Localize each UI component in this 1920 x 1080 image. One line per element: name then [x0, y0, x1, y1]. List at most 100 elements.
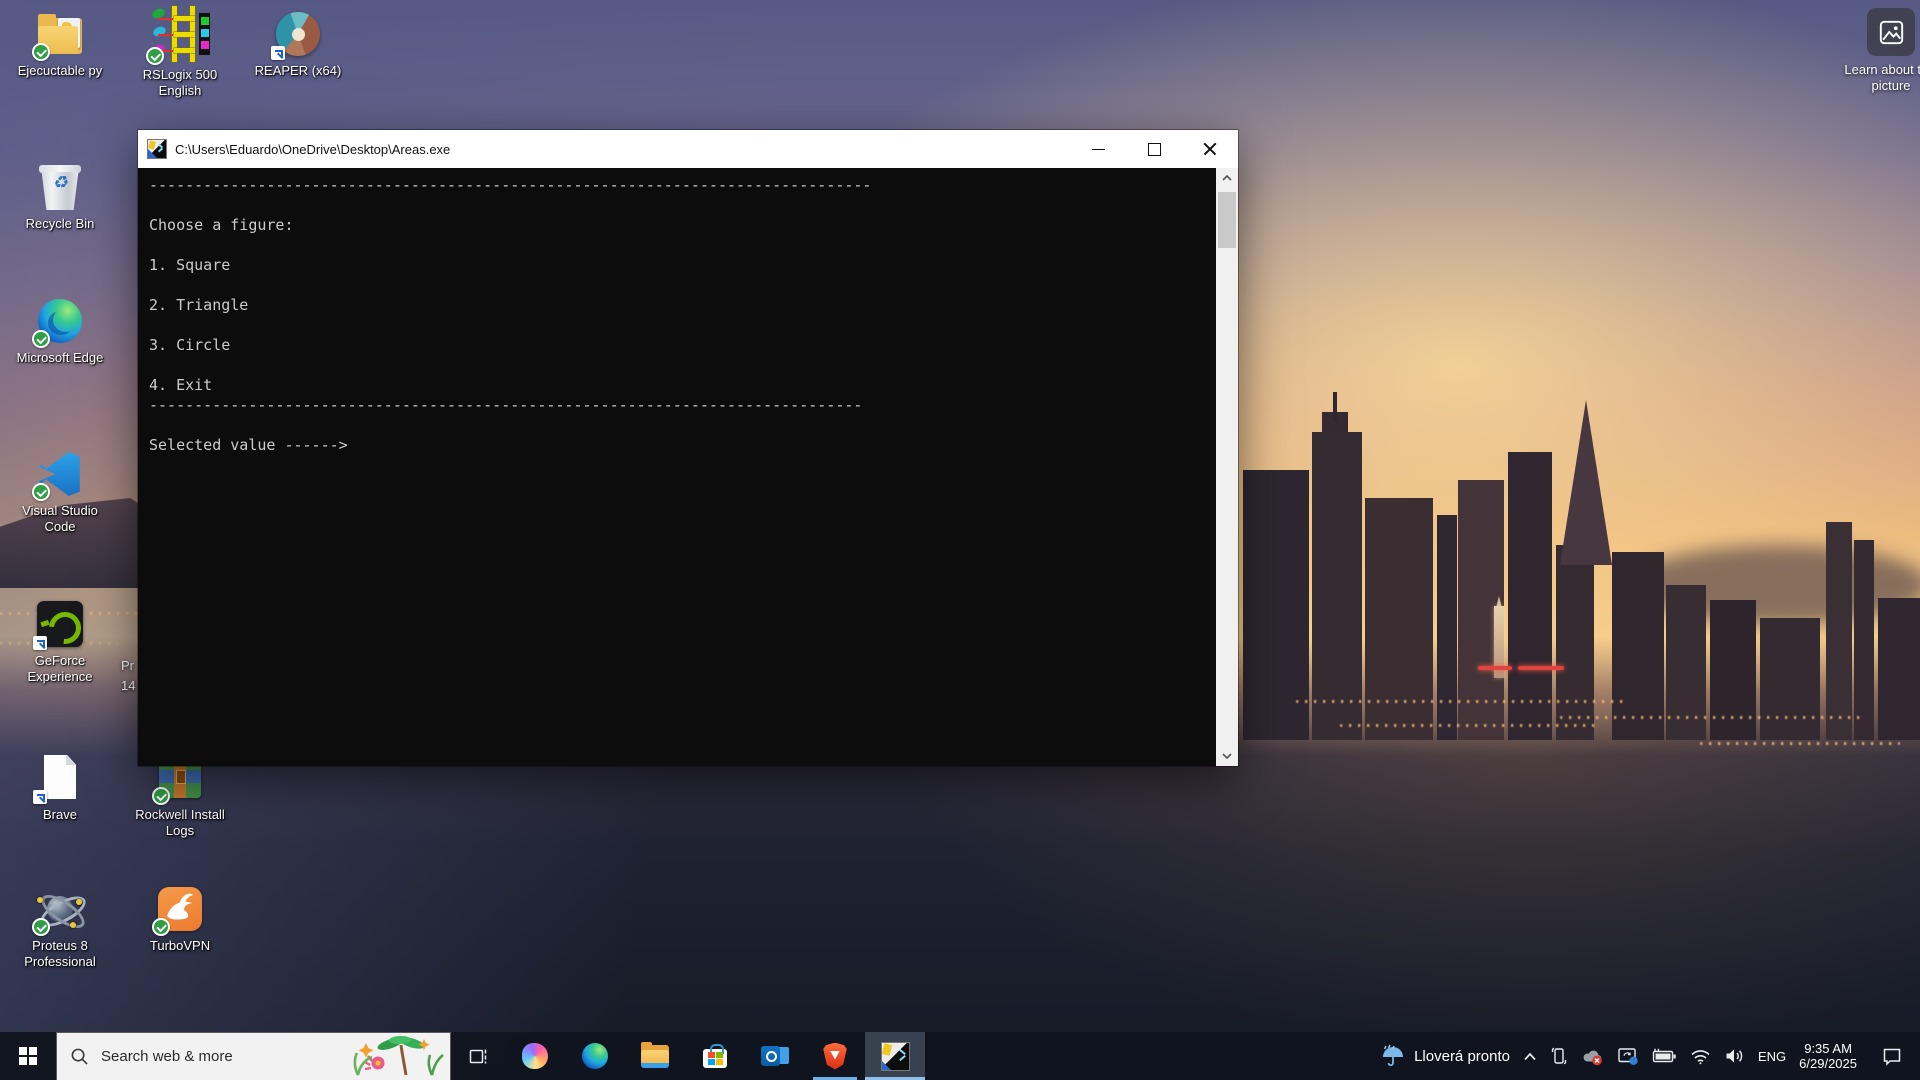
console-output-text: ----------------------------------------…	[138, 168, 1238, 455]
console-scrollbar[interactable]	[1216, 168, 1238, 766]
scroll-down-arrow[interactable]	[1216, 746, 1238, 766]
search-seasonal-art[interactable]	[344, 1035, 448, 1079]
scrollbar-thumb[interactable]	[1218, 192, 1236, 248]
console-titlebar[interactable]: C:\Users\Eduardo\OneDrive\Desktop\Areas.…	[138, 130, 1238, 168]
onedrive-synced-badge	[32, 43, 50, 61]
wallpaper-building	[1437, 515, 1457, 740]
desktop-icon-label: Recycle Bin	[26, 216, 95, 232]
blank-file-icon	[36, 754, 84, 802]
desktop-icon-label: Rockwell Install Logs	[126, 807, 234, 839]
task-view-icon	[468, 1046, 489, 1067]
desktop-icon-microsoft-edge[interactable]: Microsoft Edge	[5, 297, 115, 366]
picture-info-icon	[1867, 8, 1915, 56]
wallpaper-port-sign	[1518, 666, 1564, 670]
python-folder-icon	[36, 10, 84, 58]
taskbar-app-copilot[interactable]	[505, 1032, 565, 1080]
outlook-icon	[761, 1043, 789, 1069]
desktop-icon-rslogix-500[interactable]: RSLogix 500 English	[125, 6, 235, 99]
taskbar: Search web & more	[0, 1032, 1920, 1080]
desktop-icon-partial-label[interactable]: Pr 14	[121, 656, 135, 696]
phone-link-icon[interactable]	[1550, 1046, 1568, 1066]
shortcut-arrow-badge	[33, 790, 47, 804]
msdos-app-icon	[881, 1042, 910, 1071]
battery-charging-icon[interactable]	[1652, 1047, 1677, 1065]
windows-logo-icon	[19, 1047, 37, 1065]
edge-icon	[582, 1043, 608, 1069]
start-button[interactable]	[0, 1032, 56, 1080]
desktop-icon-rockwell-logs[interactable]: Rockwell Install Logs	[125, 754, 235, 839]
taskbar-app-areas-console[interactable]	[865, 1032, 925, 1080]
desktop-icon-geforce-experience[interactable]: GeForce Experience	[5, 600, 115, 685]
file-explorer-icon	[641, 1045, 669, 1067]
wallpaper-pier-lights	[1560, 716, 1860, 719]
desktop-icon-label: Ejecuctable py	[18, 63, 103, 79]
copilot-icon	[522, 1043, 548, 1069]
shortcut-arrow-badge	[33, 636, 47, 650]
rain-umbrella-icon	[1381, 1044, 1405, 1068]
brave-lion-icon	[823, 1043, 847, 1070]
scroll-up-arrow[interactable]	[1216, 168, 1238, 188]
clock-time: 9:35 AM	[1799, 1041, 1857, 1056]
search-placeholder: Search web & more	[101, 1048, 233, 1065]
task-view-button[interactable]	[451, 1032, 505, 1080]
taskbar-app-microsoft-store[interactable]	[685, 1032, 745, 1080]
minimize-button[interactable]	[1070, 130, 1126, 168]
wifi-icon[interactable]	[1690, 1048, 1711, 1065]
weather-text: Lloverá pronto	[1414, 1048, 1510, 1065]
desktop-icon-reaper[interactable]: REAPER (x64)	[243, 10, 353, 79]
wallpaper-building	[1854, 540, 1874, 740]
reaper-swirl-icon	[274, 10, 322, 58]
atom-orbit-icon	[36, 885, 84, 933]
desktop-icon-label: RSLogix 500 English	[126, 67, 234, 99]
desktop-icon-recycle-bin[interactable]: ♻ Recycle Bin	[5, 163, 115, 232]
console-body[interactable]: ----------------------------------------…	[138, 168, 1238, 766]
maximize-icon	[1148, 143, 1161, 156]
wallpaper-building	[1365, 498, 1433, 740]
nvidia-geforce-icon	[36, 600, 84, 648]
desktop-icon-label: Visual Studio Code	[6, 503, 114, 535]
desktop-icon-proteus[interactable]: Proteus 8 Professional	[5, 885, 115, 970]
desktop-icon-ejecuctable-py[interactable]: Ejecuctable py	[5, 10, 115, 79]
display-sync-icon[interactable]	[1617, 1047, 1639, 1066]
desktop-icon-label: REAPER (x64)	[255, 63, 342, 79]
wallpaper-antenna	[1333, 392, 1337, 422]
edge-browser-icon	[36, 297, 84, 345]
weather-widget[interactable]: Lloverá pronto	[1381, 1044, 1510, 1068]
taskbar-app-edge[interactable]	[565, 1032, 625, 1080]
onedrive-synced-badge	[32, 483, 50, 501]
desktop-icon-brave[interactable]: Brave	[5, 754, 115, 823]
wallpaper-pier-lights	[1700, 742, 1900, 745]
onedrive-error-icon[interactable]	[1581, 1047, 1604, 1066]
taskbar-app-brave[interactable]	[805, 1032, 865, 1080]
learn-about-picture-label: Learn about this picture	[1836, 62, 1920, 94]
taskbar-search-input[interactable]: Search web & more	[56, 1032, 451, 1080]
desktop-icon-vscode[interactable]: Visual Studio Code	[5, 450, 115, 535]
desktop-icon-label: TurboVPN	[150, 938, 210, 954]
language-indicator[interactable]: ENG	[1758, 1049, 1786, 1064]
taskbar-app-outlook[interactable]	[745, 1032, 805, 1080]
wallpaper-pier-lights	[1340, 724, 1600, 727]
action-center-button[interactable]	[1870, 1047, 1914, 1066]
learn-about-picture-widget[interactable]: Learn about this picture	[1836, 8, 1920, 94]
recycle-bin-icon: ♻	[36, 163, 84, 211]
partial-label-line1: Pr	[121, 656, 135, 676]
desktop-icon-label: Proteus 8 Professional	[6, 938, 114, 970]
wallpaper-building	[1760, 618, 1820, 740]
desktop-icon-label: Microsoft Edge	[17, 350, 104, 366]
desktop-icon-turbovpn[interactable]: TurboVPN	[125, 885, 235, 954]
partial-label-line2: 14	[121, 676, 135, 696]
maximize-button[interactable]	[1126, 130, 1182, 168]
close-button[interactable]	[1182, 130, 1238, 168]
console-window: C:\Users\Eduardo\OneDrive\Desktop\Areas.…	[138, 130, 1238, 766]
desktop-icon-label: Brave	[43, 807, 77, 823]
vscode-icon	[36, 450, 84, 498]
notification-icon	[1882, 1047, 1902, 1066]
speaker-icon[interactable]	[1724, 1047, 1745, 1065]
wallpaper-building	[1826, 522, 1852, 740]
desktop-screen: Pr 14 Ejecuctable py RSLogix 500 English	[0, 0, 1920, 1080]
taskbar-app-file-explorer[interactable]	[625, 1032, 685, 1080]
tray-chevron-up[interactable]	[1523, 1052, 1537, 1061]
clock[interactable]: 9:35 AM 6/29/2025	[1799, 1041, 1857, 1071]
wallpaper-pier-lights	[1296, 700, 1626, 703]
onedrive-synced-badge	[32, 918, 50, 936]
